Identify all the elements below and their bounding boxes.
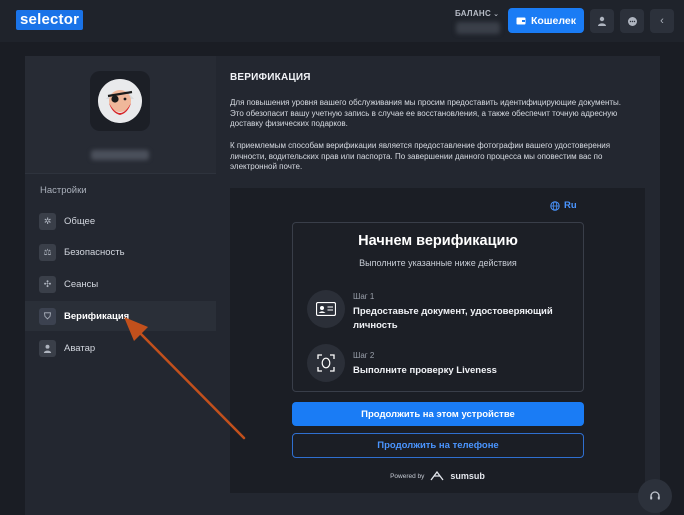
methods-paragraph: К приемлемым способам верификации являет… xyxy=(230,141,611,171)
wallet-button[interactable]: Кошелек xyxy=(508,8,584,33)
sidebar-item-label: Сеансы xyxy=(64,278,99,290)
profile-card xyxy=(25,56,216,174)
intro-paragraph: Для повышения уровня вашего обслуживания… xyxy=(230,98,622,128)
logo-text: selector xyxy=(16,10,84,30)
sidebar-item-verification[interactable]: ⛉ Верификация xyxy=(25,301,216,331)
step-2-text: Выполните проверку Liveness xyxy=(353,365,497,376)
headset-icon xyxy=(650,491,660,500)
settings-title: Настройки xyxy=(40,185,87,196)
verification-steps-card: Начнем верификацию Выполните указанные н… xyxy=(292,222,584,392)
sidebar-item-label: Безопасность xyxy=(64,246,125,258)
sidebar-item-security[interactable]: ⚖ Безопасность xyxy=(25,237,216,267)
gear-icon: ✲ xyxy=(39,212,56,230)
step-1-number: Шаг 1 xyxy=(353,292,375,301)
sidebar-item-sessions[interactable]: ✣ Сеансы xyxy=(25,269,216,299)
sidebar-item-avatar[interactable]: Аватар xyxy=(25,333,216,363)
sumsub-logo-icon xyxy=(430,471,444,481)
pirate-avatar-icon xyxy=(98,79,142,123)
collapse-button[interactable]: ‹ xyxy=(650,9,674,33)
face-scan-icon xyxy=(307,344,345,382)
avatar-frame xyxy=(90,71,150,131)
user-icon xyxy=(598,16,606,26)
powered-by-footer: Powered by sumsub xyxy=(230,471,645,481)
network-icon: ✣ xyxy=(39,275,56,293)
language-label: Ru xyxy=(564,200,577,211)
profile-button[interactable] xyxy=(590,9,614,33)
top-header: selector БАЛАНС ⌄ Кошелек ‹ xyxy=(0,0,684,42)
step-2-number: Шаг 2 xyxy=(353,351,375,360)
wallet-button-label: Кошелек xyxy=(530,14,577,27)
balance-value-blurred xyxy=(456,22,500,34)
card-subtitle: Выполните указанные ниже действия xyxy=(359,258,517,268)
page-title: ВЕРИФИКАЦИЯ xyxy=(230,72,311,83)
logo[interactable]: selector xyxy=(16,9,84,31)
username-blurred xyxy=(91,150,149,160)
continue-on-phone-button[interactable]: Продолжить на телефоне xyxy=(292,433,584,458)
wallet-icon xyxy=(516,17,526,25)
sidebar-item-general[interactable]: ✲ Общее xyxy=(25,206,216,236)
scales-icon: ⚖ xyxy=(39,243,56,261)
chat-icon xyxy=(627,16,637,26)
sidebar-item-label: Аватар xyxy=(64,342,96,354)
balance-label[interactable]: БАЛАНС ⌄ xyxy=(455,9,501,18)
sidebar-item-label: Общее xyxy=(64,215,96,227)
user-icon xyxy=(39,339,56,357)
sumsub-brand: sumsub xyxy=(450,471,485,481)
chevron-down-icon: ⌄ xyxy=(493,11,500,18)
language-selector[interactable]: Ru xyxy=(550,200,577,211)
sumsub-widget: Ru Начнем верификацию Выполните указанны… xyxy=(230,188,645,493)
globe-icon xyxy=(550,200,560,211)
avatar[interactable] xyxy=(98,79,142,123)
verification-panel: ВЕРИФИКАЦИЯ Для повышения уровня вашего … xyxy=(216,56,660,515)
step-1-text: Предоставьте документ, удостоверяющий ли… xyxy=(353,306,553,331)
shield-icon: ⛉ xyxy=(39,307,56,325)
sidebar-item-label: Верификация xyxy=(64,310,130,322)
id-card-icon xyxy=(307,290,345,328)
chevron-left-icon: ‹ xyxy=(660,15,664,27)
powered-by-label: Powered by xyxy=(390,472,425,480)
settings-sidebar: Настройки ✲ Общее ⚖ Безопасность ✣ Сеанс… xyxy=(25,56,216,515)
chat-button[interactable] xyxy=(620,9,644,33)
continue-on-device-button[interactable]: Продолжить на этом устройстве xyxy=(292,402,584,426)
card-title: Начнем верификацию xyxy=(358,233,518,249)
support-button[interactable] xyxy=(638,479,672,513)
